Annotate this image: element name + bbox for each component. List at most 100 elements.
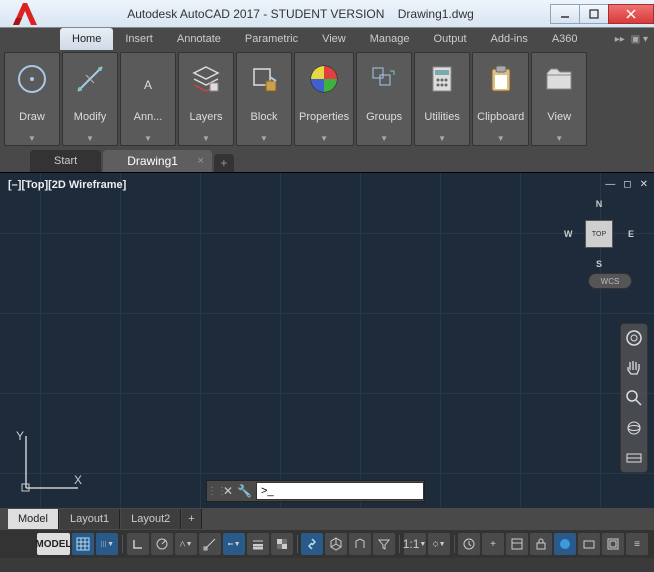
compass-n[interactable]: N — [596, 199, 603, 209]
3dosnap-button[interactable] — [325, 533, 347, 555]
panel-dropdown-icon[interactable]: ▼ — [438, 134, 446, 143]
lineweight-button[interactable] — [247, 533, 269, 555]
panel-groups[interactable]: Groups▼ — [356, 52, 412, 146]
folder-icon — [541, 59, 577, 99]
navigation-bar[interactable] — [620, 323, 648, 473]
transparency-button[interactable] — [271, 533, 293, 555]
add-tab-button[interactable]: + — [214, 154, 234, 172]
panel-layers[interactable]: Layers▼ — [178, 52, 234, 146]
tab-view[interactable]: View — [310, 28, 358, 50]
panel-ann[interactable]: AAnn...▼ — [120, 52, 176, 146]
panel-view[interactable]: View▼ — [531, 52, 587, 146]
move-icon — [72, 59, 108, 99]
fullnav-wheel-icon[interactable] — [624, 328, 644, 348]
drawing-canvas[interactable]: [–][Top][2D Wireframe] — ◻ ✕ N S E W TOP… — [0, 172, 654, 508]
close-tab-icon[interactable]: × — [198, 155, 204, 167]
isolate-button[interactable] — [578, 533, 600, 555]
window-title: Autodesk AutoCAD 2017 - STUDENT VERSION … — [50, 7, 551, 21]
ribbon-minimize-icon[interactable]: ▣ ▾ — [631, 34, 648, 45]
ortho-button[interactable] — [127, 533, 149, 555]
viewport-minimize-icon[interactable]: — — [605, 179, 615, 190]
viewport-label[interactable]: [–][Top][2D Wireframe] — [8, 179, 126, 191]
modelspace-button[interactable]: MODEL — [37, 533, 70, 555]
text-a-icon: A — [130, 59, 166, 99]
panel-properties[interactable]: Properties▼ — [294, 52, 354, 146]
orbit-icon[interactable] — [624, 418, 644, 438]
tab-output[interactable]: Output — [422, 28, 479, 50]
osnap-button[interactable] — [199, 533, 221, 555]
wcs-badge[interactable]: WCS — [588, 273, 632, 289]
layout-tabs: Model Layout1 Layout2 + — [0, 508, 654, 530]
pan-icon[interactable] — [624, 358, 644, 378]
annotation-visibility-button[interactable]: ▼ — [428, 533, 450, 555]
panel-dropdown-icon[interactable]: ▼ — [144, 134, 152, 143]
isodraft-button[interactable]: ▼ — [175, 533, 197, 555]
panel-dropdown-icon[interactable]: ▼ — [320, 134, 328, 143]
units-button[interactable]: + — [482, 533, 504, 555]
panel-draw[interactable]: Draw▼ — [4, 52, 60, 146]
block-icon — [246, 59, 282, 99]
panel-dropdown-icon[interactable]: ▼ — [28, 134, 36, 143]
dynamic-ucs-button[interactable] — [349, 533, 371, 555]
panel-dropdown-icon[interactable]: ▼ — [86, 134, 94, 143]
panel-dropdown-icon[interactable]: ▼ — [202, 134, 210, 143]
otrack-button[interactable]: ▼ — [223, 533, 245, 555]
ribbon-overflow-icon[interactable]: ▸▸ — [615, 34, 625, 45]
workspace-button[interactable] — [458, 533, 480, 555]
close-button[interactable] — [608, 4, 654, 24]
command-line[interactable]: ⋮⋮ ✕ 🔧 — [206, 480, 425, 502]
snap-button[interactable]: ▼ — [96, 533, 118, 555]
panel-dropdown-icon[interactable]: ▼ — [260, 134, 268, 143]
panel-dropdown-icon[interactable]: ▼ — [555, 134, 563, 143]
hardware-accel-button[interactable] — [554, 533, 576, 555]
viewcube[interactable]: N S E W TOP — [564, 199, 634, 269]
selection-cycling-button[interactable] — [301, 533, 323, 555]
selection-filter-button[interactable] — [373, 533, 395, 555]
doctab-start[interactable]: Start — [30, 150, 101, 172]
tab-annotate[interactable]: Annotate — [165, 28, 233, 50]
tab-a360[interactable]: A360 — [540, 28, 590, 50]
tab-manage[interactable]: Manage — [358, 28, 422, 50]
panel-dropdown-icon[interactable]: ▼ — [380, 134, 388, 143]
svg-text:X: X — [74, 473, 82, 487]
layout-tab-model[interactable]: Model — [8, 509, 59, 529]
layout-tab-layout1[interactable]: Layout1 — [60, 509, 120, 529]
showmotion-icon[interactable] — [624, 448, 644, 468]
viewport-maximize-icon[interactable]: ◻ — [623, 179, 631, 190]
customize-status-button[interactable]: ≡ — [626, 533, 648, 555]
panel-modify[interactable]: Modify▼ — [62, 52, 118, 146]
viewport-close-icon[interactable]: ✕ — [640, 179, 648, 190]
layout-tab-layout2[interactable]: Layout2 — [121, 509, 181, 529]
maximize-button[interactable] — [579, 4, 609, 24]
zoom-extents-icon[interactable] — [624, 388, 644, 408]
cleanscreen-button[interactable] — [602, 533, 624, 555]
compass-s[interactable]: S — [596, 259, 602, 269]
tab-home[interactable]: Home — [60, 28, 113, 50]
panel-utilities[interactable]: Utilities▼ — [414, 52, 470, 146]
compass-w[interactable]: W — [564, 229, 573, 239]
ucs-icon[interactable]: Y X — [16, 428, 86, 498]
annotation-scale-button[interactable]: 1:1▼ — [404, 533, 426, 555]
app-logo-icon[interactable] — [0, 0, 50, 28]
grid-button[interactable] — [72, 533, 94, 555]
ribbon-panels: Draw▼Modify▼AAnn...▼Layers▼Block▼Propert… — [0, 50, 654, 148]
compass-e[interactable]: E — [628, 229, 634, 239]
lock-ui-button[interactable] — [530, 533, 552, 555]
command-input[interactable] — [256, 482, 424, 500]
polar-button[interactable] — [151, 533, 173, 555]
ribbon-tabs: Home Insert Annotate Parametric View Man… — [0, 28, 654, 50]
tab-insert[interactable]: Insert — [113, 28, 165, 50]
cmdline-customize-icon[interactable]: ✕ — [223, 484, 233, 498]
quickprops-button[interactable] — [506, 533, 528, 555]
add-layout-button[interactable]: + — [182, 509, 201, 529]
tab-parametric[interactable]: Parametric — [233, 28, 310, 50]
minimize-button[interactable] — [550, 4, 580, 24]
cmdline-recent-icon[interactable]: 🔧 — [237, 484, 252, 498]
circle-icon — [14, 59, 50, 99]
tab-addins[interactable]: Add-ins — [479, 28, 540, 50]
panel-clipboard[interactable]: Clipboard▼ — [472, 52, 529, 146]
doctab-drawing1[interactable]: Drawing1× — [103, 150, 212, 172]
panel-block[interactable]: Block▼ — [236, 52, 292, 146]
cmdline-grip-icon[interactable]: ⋮⋮ — [207, 486, 219, 497]
panel-dropdown-icon[interactable]: ▼ — [497, 134, 505, 143]
